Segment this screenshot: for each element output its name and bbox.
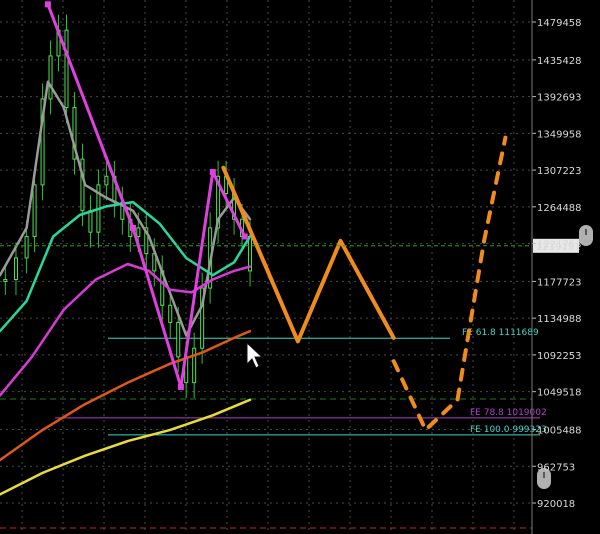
candle-body bbox=[3, 278, 8, 282]
zigzag-point bbox=[130, 224, 136, 231]
zigzag-point bbox=[177, 383, 184, 390]
y-tick-label: 1177723 bbox=[537, 277, 582, 288]
y-tick-label: 1005488 bbox=[537, 426, 582, 437]
zigzag-point bbox=[44, 1, 51, 8]
candle-body bbox=[192, 347, 197, 384]
candle-body bbox=[13, 257, 18, 280]
y-tick-label: 1092253 bbox=[537, 351, 582, 362]
y-tick-label: 1479458 bbox=[537, 18, 582, 29]
mouse-icon[interactable] bbox=[579, 225, 593, 246]
y-tick-label: 1049518 bbox=[537, 388, 582, 399]
y-tick-label: 1134988 bbox=[537, 314, 582, 325]
candle-body bbox=[88, 210, 93, 233]
y-tick-label: 1435428 bbox=[537, 56, 582, 67]
y-tick-label: 1221753 bbox=[537, 240, 582, 251]
candle-body bbox=[136, 227, 141, 237]
candle-body bbox=[104, 175, 109, 186]
y-tick-label: 1392693 bbox=[537, 93, 582, 104]
mouse-icon-lower[interactable] bbox=[537, 468, 551, 489]
y-tick-label: 1349958 bbox=[537, 129, 582, 140]
zigzag-point bbox=[209, 168, 216, 175]
chart-window: FE 61.8 1111689 FE 78.8 1019002 FE 100.0 9… bbox=[0, 0, 600, 534]
candle-body bbox=[24, 235, 29, 259]
fib-level-label: FE 61.8 1111689 bbox=[462, 328, 539, 338]
fib-level-label: FE 78.8 1019002 bbox=[470, 408, 547, 418]
y-tick-label: 1307223 bbox=[537, 166, 582, 177]
price-chart: FE 61.8 1111689FE 78.8 1019002FE 100.0 9… bbox=[0, 0, 600, 534]
candle-body bbox=[48, 55, 53, 100]
candle-body bbox=[64, 29, 69, 109]
candle-body bbox=[168, 304, 173, 323]
candle-body bbox=[32, 184, 37, 237]
zigzag-point bbox=[241, 233, 248, 240]
y-tick-label: 920018 bbox=[537, 499, 575, 510]
candle-body bbox=[176, 321, 181, 358]
y-tick-label: 1264488 bbox=[537, 203, 582, 214]
